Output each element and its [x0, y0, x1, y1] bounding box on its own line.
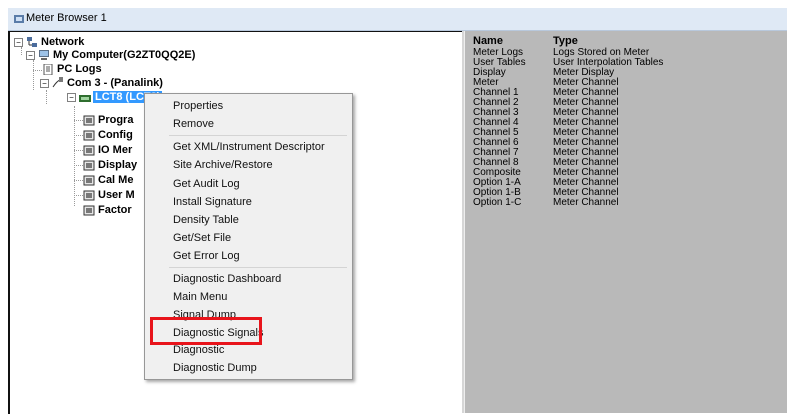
menu-item-remove[interactable]: Remove	[173, 118, 214, 130]
window-title: Meter Browser 1	[26, 12, 107, 24]
list-item[interactable]: Display Meter Display	[465, 68, 787, 78]
folder-box-icon	[83, 115, 95, 126]
log-file-icon	[43, 64, 53, 75]
tree-label-child: User M	[98, 189, 135, 201]
folder-box-icon	[83, 130, 95, 141]
list-item[interactable]: User Tables User Interpolation Tables	[465, 58, 787, 68]
menu-item-diagnostic[interactable]: Diagnostic	[173, 344, 224, 356]
tree-label-computer: My Computer(G2ZT0QQ2E)	[53, 49, 196, 61]
red-highlight-annotation	[150, 317, 262, 345]
tree-label-child: IO Mer	[98, 144, 133, 156]
collapse-icon[interactable]: −	[26, 51, 35, 60]
folder-box-icon	[83, 160, 95, 171]
menu-item-get-error-log[interactable]: Get Error Log	[173, 250, 240, 262]
computer-icon	[39, 50, 49, 60]
tree-label-pc-logs: PC Logs	[57, 63, 102, 75]
tree-label-com-port: Com 3 - (Panalink)	[67, 77, 163, 89]
tree-label-child: Factor	[98, 204, 132, 216]
tree-label-child: Progra	[98, 114, 134, 126]
collapse-icon[interactable]: −	[14, 38, 23, 47]
menu-item-get-xml-descriptor[interactable]: Get XML/Instrument Descriptor	[173, 141, 325, 153]
list-item[interactable]: Option 1-C Meter Channel	[465, 198, 787, 208]
folder-box-icon	[83, 175, 95, 186]
tree-label-network: Network	[41, 36, 85, 48]
menu-item-get-set-file[interactable]: Get/Set File	[173, 232, 231, 244]
column-header-name[interactable]: Name	[473, 35, 503, 47]
menu-separator	[169, 267, 347, 268]
menu-separator	[169, 135, 347, 136]
collapse-icon[interactable]: −	[67, 93, 76, 102]
folder-box-icon	[83, 205, 95, 216]
menu-item-site-archive-restore[interactable]: Site Archive/Restore	[173, 159, 273, 171]
details-list-pane[interactable]: Name Type Meter Logs Logs Stored on Meter…	[464, 31, 787, 413]
menu-item-density-table[interactable]: Density Table	[173, 214, 239, 226]
folder-box-icon	[83, 190, 95, 201]
menu-item-install-signature[interactable]: Install Signature	[173, 196, 252, 208]
menu-item-main-menu[interactable]: Main Menu	[173, 291, 227, 303]
app-icon	[14, 15, 24, 23]
title-bar: Meter Browser 1	[8, 8, 787, 31]
collapse-icon[interactable]: −	[40, 79, 49, 88]
tree-label-child: Config	[98, 129, 133, 141]
tree-label-child: Cal Me	[98, 174, 134, 186]
meter-device-icon	[79, 95, 91, 102]
menu-item-get-audit-log[interactable]: Get Audit Log	[173, 178, 240, 190]
menu-item-diagnostic-dashboard[interactable]: Diagnostic Dashboard	[173, 273, 281, 285]
meter-browser-window: Meter Browser 1 − Network − My Computer(…	[8, 8, 787, 414]
folder-box-icon	[83, 145, 95, 156]
column-header-type[interactable]: Type	[553, 35, 578, 47]
network-icon	[27, 37, 37, 47]
menu-item-diagnostic-dump[interactable]: Diagnostic Dump	[173, 362, 257, 374]
menu-item-properties[interactable]: Properties	[173, 100, 223, 112]
tree-label-child: Display	[98, 159, 138, 171]
serial-cable-icon	[52, 77, 63, 88]
